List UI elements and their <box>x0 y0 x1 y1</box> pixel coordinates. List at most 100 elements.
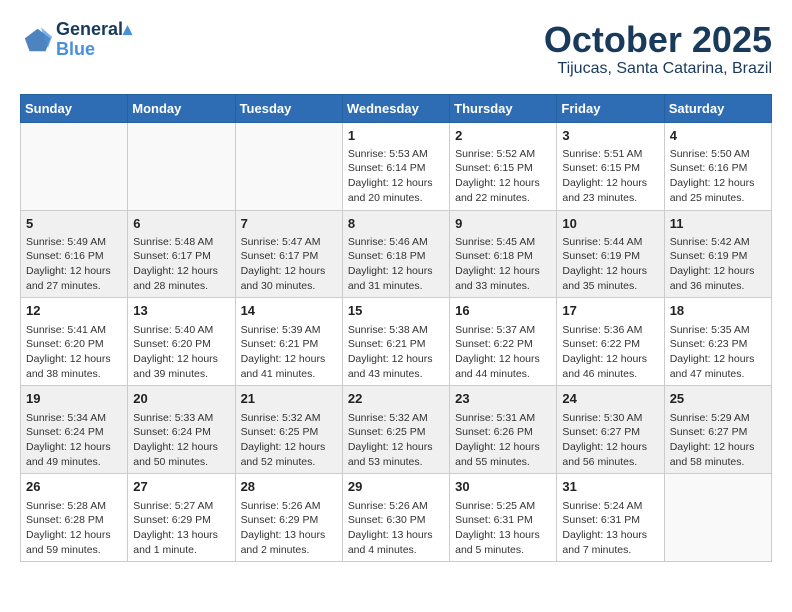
day-info: Sunrise: 5:32 AM Sunset: 6:25 PM Dayligh… <box>241 411 337 470</box>
day-number: 28 <box>241 478 337 496</box>
day-number: 31 <box>562 478 658 496</box>
calendar-cell: 1Sunrise: 5:53 AM Sunset: 6:14 PM Daylig… <box>342 122 449 210</box>
day-number: 5 <box>26 215 122 233</box>
weekday-wednesday: Wednesday <box>342 94 449 122</box>
calendar-week-5: 26 Sunrise: 5:28 AM Sunset: 6:28 PM Dayli… <box>21 474 772 562</box>
logo-icon <box>20 24 52 56</box>
day-number: 15 <box>348 302 444 320</box>
calendar-cell: 11Sunrise: 5:42 AM Sunset: 6:19 PM Dayli… <box>664 210 771 298</box>
day-info: Sunrise: 5:51 AM Sunset: 6:15 PM Dayligh… <box>562 147 658 206</box>
day-number: 23 <box>455 390 551 408</box>
calendar-table: SundayMondayTuesdayWednesdayThursdayFrid… <box>20 94 772 563</box>
weekday-header-row: SundayMondayTuesdayWednesdayThursdayFrid… <box>21 94 772 122</box>
calendar-cell: 8Sunrise: 5:46 AM Sunset: 6:18 PM Daylig… <box>342 210 449 298</box>
title-block: October 2025 Tijucas, Santa Catarina, Br… <box>544 20 772 78</box>
calendar-cell: 31 Sunrise: 5:24 AM Sunset: 6:31 PM Dayli… <box>557 474 664 562</box>
day-info: Sunrise: 5:36 AM Sunset: 6:22 PM Dayligh… <box>562 323 658 382</box>
day-number: 16 <box>455 302 551 320</box>
calendar-cell: 3 Sunrise: 5:51 AM Sunset: 6:15 PM Daylig… <box>557 122 664 210</box>
day-info: Sunrise: 5:41 AM Sunset: 6:20 PM Dayligh… <box>26 323 122 382</box>
weekday-tuesday: Tuesday <box>235 94 342 122</box>
day-info: Sunrise: 5:24 AM Sunset: 6:31 PM Dayligh… <box>562 499 658 558</box>
day-number: 12 <box>26 302 122 320</box>
weekday-monday: Monday <box>128 94 235 122</box>
day-info: Sunrise: 5:33 AM Sunset: 6:24 PM Dayligh… <box>133 411 229 470</box>
calendar-cell: 7 Sunrise: 5:47 AM Sunset: 6:17 PM Daylig… <box>235 210 342 298</box>
calendar-cell: 23 Sunrise: 5:31 AM Sunset: 6:26 PM Dayli… <box>450 386 557 474</box>
calendar-body: 1Sunrise: 5:53 AM Sunset: 6:14 PM Daylig… <box>21 122 772 562</box>
day-number: 29 <box>348 478 444 496</box>
calendar-cell: 16 Sunrise: 5:37 AM Sunset: 6:22 PM Dayli… <box>450 298 557 386</box>
day-info: Sunrise: 5:37 AM Sunset: 6:22 PM Dayligh… <box>455 323 551 382</box>
calendar-cell: 15 Sunrise: 5:38 AM Sunset: 6:21 PM Dayli… <box>342 298 449 386</box>
calendar-week-4: 19Sunrise: 5:34 AM Sunset: 6:24 PM Dayli… <box>21 386 772 474</box>
day-info: Sunrise: 5:38 AM Sunset: 6:21 PM Dayligh… <box>348 323 444 382</box>
day-info: Sunrise: 5:48 AM Sunset: 6:17 PM Dayligh… <box>133 235 229 294</box>
day-number: 2 <box>455 127 551 145</box>
day-number: 3 <box>562 127 658 145</box>
day-number: 17 <box>562 302 658 320</box>
day-number: 13 <box>133 302 229 320</box>
calendar-cell <box>664 474 771 562</box>
calendar-cell: 21 Sunrise: 5:32 AM Sunset: 6:25 PM Dayli… <box>235 386 342 474</box>
calendar-cell: 27 Sunrise: 5:27 AM Sunset: 6:29 PM Dayli… <box>128 474 235 562</box>
day-number: 7 <box>241 215 337 233</box>
calendar-cell: 17 Sunrise: 5:36 AM Sunset: 6:22 PM Dayli… <box>557 298 664 386</box>
weekday-sunday: Sunday <box>21 94 128 122</box>
calendar-cell: 14 Sunrise: 5:39 AM Sunset: 6:21 PM Dayli… <box>235 298 342 386</box>
day-number: 4 <box>670 127 766 145</box>
calendar-cell: 30 Sunrise: 5:25 AM Sunset: 6:31 PM Dayli… <box>450 474 557 562</box>
day-number: 6 <box>133 215 229 233</box>
day-info: Sunrise: 5:45 AM Sunset: 6:18 PM Dayligh… <box>455 235 551 294</box>
calendar-cell: 19Sunrise: 5:34 AM Sunset: 6:24 PM Dayli… <box>21 386 128 474</box>
day-number: 8 <box>348 215 444 233</box>
day-number: 26 <box>26 478 122 496</box>
calendar-week-1: 1Sunrise: 5:53 AM Sunset: 6:14 PM Daylig… <box>21 122 772 210</box>
calendar-cell <box>21 122 128 210</box>
day-info: Sunrise: 5:50 AM Sunset: 6:16 PM Dayligh… <box>670 147 766 206</box>
weekday-friday: Friday <box>557 94 664 122</box>
day-info: Sunrise: 5:35 AM Sunset: 6:23 PM Dayligh… <box>670 323 766 382</box>
day-info: Sunrise: 5:34 AM Sunset: 6:24 PM Dayligh… <box>26 411 122 470</box>
calendar-cell: 22 Sunrise: 5:32 AM Sunset: 6:25 PM Dayli… <box>342 386 449 474</box>
month-title: October 2025 <box>544 20 772 60</box>
page-header: General▴ Blue October 2025 Tijucas, Sant… <box>20 20 772 78</box>
day-info: Sunrise: 5:25 AM Sunset: 6:31 PM Dayligh… <box>455 499 551 558</box>
day-number: 14 <box>241 302 337 320</box>
day-info: Sunrise: 5:47 AM Sunset: 6:17 PM Dayligh… <box>241 235 337 294</box>
day-number: 20 <box>133 390 229 408</box>
calendar-cell: 28 Sunrise: 5:26 AM Sunset: 6:29 PM Dayli… <box>235 474 342 562</box>
day-info: Sunrise: 5:29 AM Sunset: 6:27 PM Dayligh… <box>670 411 766 470</box>
day-number: 22 <box>348 390 444 408</box>
day-info: Sunrise: 5:26 AM Sunset: 6:30 PM Dayligh… <box>348 499 444 558</box>
logo: General▴ Blue <box>20 20 132 60</box>
day-number: 1 <box>348 127 444 145</box>
calendar-cell: 9Sunrise: 5:45 AM Sunset: 6:18 PM Daylig… <box>450 210 557 298</box>
calendar-cell: 5Sunrise: 5:49 AM Sunset: 6:16 PM Daylig… <box>21 210 128 298</box>
day-info: Sunrise: 5:44 AM Sunset: 6:19 PM Dayligh… <box>562 235 658 294</box>
day-number: 21 <box>241 390 337 408</box>
day-number: 27 <box>133 478 229 496</box>
day-number: 10 <box>562 215 658 233</box>
calendar-cell: 29 Sunrise: 5:26 AM Sunset: 6:30 PM Dayli… <box>342 474 449 562</box>
calendar-week-2: 5Sunrise: 5:49 AM Sunset: 6:16 PM Daylig… <box>21 210 772 298</box>
weekday-thursday: Thursday <box>450 94 557 122</box>
day-info: Sunrise: 5:40 AM Sunset: 6:20 PM Dayligh… <box>133 323 229 382</box>
calendar-cell: 24 Sunrise: 5:30 AM Sunset: 6:27 PM Dayli… <box>557 386 664 474</box>
day-info: Sunrise: 5:28 AM Sunset: 6:28 PM Dayligh… <box>26 499 122 558</box>
day-number: 30 <box>455 478 551 496</box>
day-info: Sunrise: 5:32 AM Sunset: 6:25 PM Dayligh… <box>348 411 444 470</box>
location-subtitle: Tijucas, Santa Catarina, Brazil <box>544 60 772 78</box>
calendar-cell: 12 Sunrise: 5:41 AM Sunset: 6:20 PM Dayli… <box>21 298 128 386</box>
day-info: Sunrise: 5:27 AM Sunset: 6:29 PM Dayligh… <box>133 499 229 558</box>
day-info: Sunrise: 5:26 AM Sunset: 6:29 PM Dayligh… <box>241 499 337 558</box>
day-number: 25 <box>670 390 766 408</box>
day-number: 24 <box>562 390 658 408</box>
calendar-cell: 6 Sunrise: 5:48 AM Sunset: 6:17 PM Daylig… <box>128 210 235 298</box>
day-info: Sunrise: 5:30 AM Sunset: 6:27 PM Dayligh… <box>562 411 658 470</box>
day-info: Sunrise: 5:31 AM Sunset: 6:26 PM Dayligh… <box>455 411 551 470</box>
day-info: Sunrise: 5:52 AM Sunset: 6:15 PM Dayligh… <box>455 147 551 206</box>
day-info: Sunrise: 5:39 AM Sunset: 6:21 PM Dayligh… <box>241 323 337 382</box>
day-number: 11 <box>670 215 766 233</box>
calendar-cell: 10 Sunrise: 5:44 AM Sunset: 6:19 PM Dayli… <box>557 210 664 298</box>
